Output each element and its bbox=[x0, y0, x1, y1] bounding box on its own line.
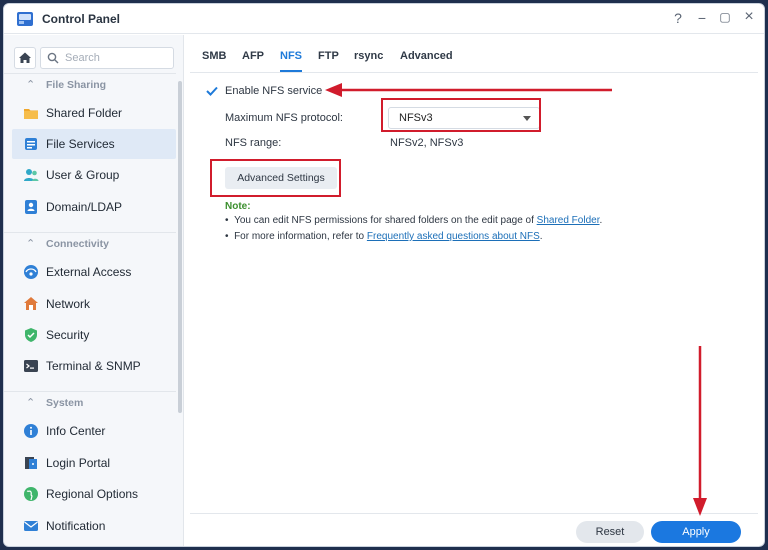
tab-afp[interactable]: AFP bbox=[242, 50, 264, 62]
section-system[interactable]: ⌃ System bbox=[4, 391, 176, 413]
sidebar-item-notification[interactable]: Notification bbox=[12, 511, 176, 541]
nfs-range-label: NFS range: bbox=[225, 137, 282, 149]
maximize-icon[interactable]: ▢ bbox=[716, 10, 734, 24]
shield-icon bbox=[25, 328, 37, 342]
sidebar-item-file-services[interactable]: File Services bbox=[12, 129, 176, 159]
sidebar-item-label: Security bbox=[46, 328, 90, 342]
nfs-faq-link[interactable]: Frequently asked questions about NFS bbox=[367, 231, 540, 242]
enable-nfs-label: Enable NFS service bbox=[225, 85, 323, 97]
sidebar-item-security[interactable]: Security bbox=[12, 320, 176, 350]
section-label: File Sharing bbox=[46, 79, 107, 91]
annotation-box-protocol bbox=[381, 98, 541, 132]
login-portal-icon bbox=[25, 457, 37, 469]
minimize-icon[interactable]: − bbox=[693, 10, 711, 26]
section-file-sharing[interactable]: ⌃ File Sharing bbox=[4, 73, 176, 95]
control-panel-app-icon bbox=[17, 12, 33, 26]
window-title: Control Panel bbox=[42, 12, 121, 26]
reset-button[interactable]: Reset bbox=[576, 521, 644, 543]
note-text: You can edit NFS permissions for shared … bbox=[234, 215, 537, 226]
chevron-up-icon: ⌃ bbox=[26, 397, 36, 409]
title-bar: Control Panel ? − ▢ × bbox=[4, 4, 764, 34]
sidebar-item-label: User & Group bbox=[46, 168, 120, 182]
note-item: • For more information, refer to Frequen… bbox=[225, 231, 543, 242]
sidebar-item-label: Login Portal bbox=[46, 456, 111, 470]
tab-advanced[interactable]: Advanced bbox=[400, 50, 453, 62]
sidebar-item-regional-options[interactable]: Regional Options bbox=[12, 479, 176, 509]
chevron-up-icon: ⌃ bbox=[26, 79, 36, 91]
sidebar-item-label: External Access bbox=[46, 265, 132, 279]
apply-button[interactable]: Apply bbox=[651, 521, 741, 543]
external-access-icon bbox=[24, 265, 38, 279]
sidebar-item-label: Network bbox=[46, 297, 91, 311]
home-icon bbox=[19, 52, 31, 63]
sidebar-item-label: Regional Options bbox=[46, 487, 139, 501]
sidebar-item-label: Info Center bbox=[46, 424, 106, 438]
sidebar-item-info-center[interactable]: Info Center bbox=[12, 416, 176, 446]
sidebar-item-label: File Services bbox=[46, 137, 115, 151]
regional-options-icon bbox=[24, 487, 38, 501]
active-tab-indicator bbox=[280, 70, 302, 72]
note-text: . bbox=[599, 215, 603, 226]
note-text: For more information, refer to bbox=[234, 231, 367, 242]
sidebar-item-login-portal[interactable]: Login Portal bbox=[12, 448, 176, 478]
search-icon bbox=[47, 52, 59, 64]
sidebar-item-label: Notification bbox=[46, 519, 106, 533]
note-text: . bbox=[539, 231, 543, 242]
note-item: • You can edit NFS permissions for share… bbox=[225, 215, 603, 226]
sidebar-scrollbar[interactable] bbox=[178, 81, 182, 413]
footer-divider bbox=[190, 513, 758, 514]
search-input[interactable] bbox=[65, 50, 169, 66]
close-icon[interactable]: × bbox=[740, 8, 758, 26]
sidebar-item-label: Shared Folder bbox=[46, 106, 123, 120]
sidebar-item-shared-folder[interactable]: Shared Folder bbox=[12, 98, 176, 128]
enable-nfs-checkbox[interactable] bbox=[205, 84, 219, 98]
network-icon bbox=[24, 297, 38, 310]
sidebar-item-label: Domain/LDAP bbox=[46, 200, 123, 214]
tab-smb[interactable]: SMB bbox=[202, 50, 226, 62]
sidebar-item-network[interactable]: Network bbox=[12, 289, 176, 319]
sidebar-item-terminal-snmp[interactable]: Terminal & SNMP bbox=[12, 351, 176, 381]
user-group-icon bbox=[24, 169, 39, 181]
shared-folder-link[interactable]: Shared Folder bbox=[537, 215, 600, 226]
sidebar-item-label: Terminal & SNMP bbox=[46, 359, 141, 373]
notification-icon bbox=[24, 521, 38, 531]
chevron-up-icon: ⌃ bbox=[26, 238, 36, 250]
tab-nfs[interactable]: NFS bbox=[280, 50, 302, 62]
nfs-range-value: NFSv2, NFSv3 bbox=[390, 137, 464, 149]
tab-divider bbox=[190, 72, 758, 73]
tab-ftp[interactable]: FTP bbox=[318, 50, 339, 62]
control-panel-window: Control Panel ? − ▢ × ⌃ File Sharing Sha… bbox=[3, 3, 765, 547]
help-icon[interactable]: ? bbox=[669, 10, 687, 26]
file-services-icon bbox=[25, 138, 37, 150]
section-label: System bbox=[46, 397, 84, 409]
section-label: Connectivity bbox=[46, 238, 110, 250]
search-box[interactable] bbox=[40, 47, 174, 69]
section-connectivity[interactable]: ⌃ Connectivity bbox=[4, 232, 176, 254]
sidebar: ⌃ File Sharing Shared Folder File Servic… bbox=[4, 35, 184, 546]
sidebar-item-domain-ldap[interactable]: Domain/LDAP bbox=[12, 192, 176, 222]
home-button[interactable] bbox=[14, 47, 36, 69]
max-protocol-label: Maximum NFS protocol: bbox=[225, 112, 343, 124]
sidebar-item-user-group[interactable]: User & Group bbox=[12, 160, 176, 190]
tab-rsync[interactable]: rsync bbox=[354, 50, 383, 62]
sidebar-item-external-access[interactable]: External Access bbox=[12, 257, 176, 287]
info-icon bbox=[24, 424, 38, 438]
annotation-box-advanced bbox=[210, 159, 341, 197]
note-heading: Note: bbox=[225, 201, 251, 212]
domain-ldap-icon bbox=[25, 200, 37, 214]
shared-folder-icon bbox=[24, 109, 38, 119]
terminal-icon bbox=[24, 360, 38, 372]
